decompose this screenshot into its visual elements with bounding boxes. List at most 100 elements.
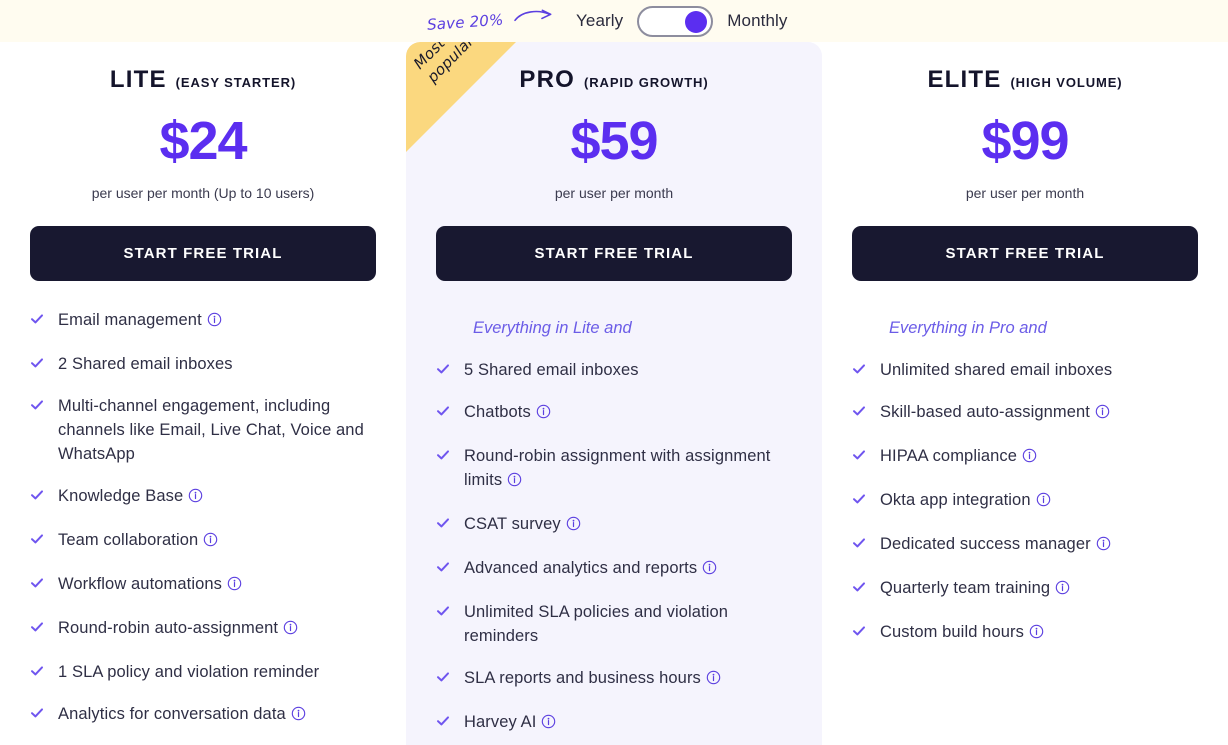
feature-text: Custom build hours <box>880 623 1024 641</box>
feature-item: 1 SLA policy and violation reminder <box>30 660 376 684</box>
feature-text: Dedicated success manager <box>880 535 1091 553</box>
check-icon <box>436 362 464 381</box>
info-icon[interactable] <box>566 514 581 538</box>
feature-item: Unlimited shared email inboxes <box>852 358 1198 382</box>
start-free-trial-button[interactable]: START FREE TRIAL <box>852 226 1198 281</box>
save-discount-label: Save 20% <box>426 10 504 34</box>
feature-item: Workflow automations <box>30 572 376 598</box>
billing-cycle-bar: Save 20% Yearly Monthly <box>0 0 1228 42</box>
feature-item: Multi-channel engagement, including chan… <box>30 394 376 466</box>
feature-text: Harvey AI <box>464 713 537 731</box>
start-free-trial-button[interactable]: START FREE TRIAL <box>436 226 792 281</box>
info-icon[interactable] <box>1096 534 1111 558</box>
feature-text: Quarterly team training <box>880 579 1051 597</box>
billing-cycle-toggle[interactable] <box>637 5 714 37</box>
billing-cycle-controls: Save 20% Yearly Monthly <box>426 0 802 42</box>
info-icon[interactable] <box>706 668 721 692</box>
plan-header: ELITE (HIGH VOLUME) $99 per user per month S… <box>852 42 1198 281</box>
feature-label: Chatbots <box>464 400 551 426</box>
feature-label: Email management <box>58 308 222 334</box>
start-free-trial-button[interactable]: START FREE TRIAL <box>30 226 376 281</box>
feature-label: Round-robin assignment with assignment l… <box>464 444 792 494</box>
feature-label: Unlimited SLA policies and violation rem… <box>464 600 792 648</box>
feature-text: Skill-based auto-assignment <box>880 403 1090 421</box>
info-icon[interactable] <box>283 618 298 642</box>
feature-text: CSAT survey <box>464 515 561 533</box>
feature-text: 1 SLA policy and violation reminder <box>58 663 320 681</box>
info-icon[interactable] <box>702 558 717 582</box>
feature-text: Analytics for conversation data <box>58 705 286 723</box>
feature-list: 5 Shared email inboxes Chatbots Round-robi… <box>436 358 792 736</box>
feature-text: 2 Shared email inboxes <box>58 355 233 373</box>
feature-text: Advanced analytics and reports <box>464 559 698 577</box>
info-icon[interactable] <box>291 704 306 728</box>
feature-item: Chatbots <box>436 400 792 426</box>
check-icon <box>852 492 880 511</box>
feature-label: Okta app integration <box>880 488 1051 514</box>
info-icon[interactable] <box>1036 490 1051 514</box>
check-icon <box>30 488 58 507</box>
feature-label: Advanced analytics and reports <box>464 556 717 582</box>
pricing-card-pro: Most popular PRO (RAPID GROWTH) $59 per user… <box>406 42 822 745</box>
plan-name: PRO <box>519 66 576 93</box>
plan-title-row: LITE (EASY STARTER) <box>30 66 376 94</box>
feature-item: Round-robin auto-assignment <box>30 616 376 642</box>
info-icon[interactable] <box>1055 578 1070 602</box>
feature-text: Unlimited shared email inboxes <box>880 361 1113 379</box>
check-icon <box>30 664 58 683</box>
plan-tagline: (HIGH VOLUME) <box>1010 75 1123 90</box>
billing-cycle-yearly-label[interactable]: Yearly <box>562 11 637 31</box>
feature-item: Team collaboration <box>30 528 376 554</box>
info-icon[interactable] <box>203 530 218 554</box>
pricing-plan-columns: LITE (EASY STARTER) $24 per user per month … <box>0 42 1228 745</box>
feature-item: Quarterly team training <box>852 576 1198 602</box>
plan-price-note: per user per month (Up to 10 users) <box>91 185 315 201</box>
info-icon[interactable] <box>207 310 222 334</box>
info-icon[interactable] <box>188 486 203 510</box>
pricing-card-lite: LITE (EASY STARTER) $24 per user per month … <box>0 42 406 745</box>
feature-item: SLA reports and business hours <box>436 666 792 692</box>
feature-label: Knowledge Base <box>58 484 203 510</box>
info-icon[interactable] <box>227 574 242 598</box>
feature-label: Workflow automations <box>58 572 242 598</box>
feature-text: Workflow automations <box>58 575 223 593</box>
check-icon <box>30 356 58 375</box>
plan-name: LITE <box>109 66 167 93</box>
info-icon[interactable] <box>536 402 551 426</box>
feature-text: Knowledge Base <box>58 487 184 505</box>
check-icon <box>30 706 58 725</box>
feature-text: Unlimited SLA policies and violation rem… <box>464 603 729 645</box>
check-icon <box>852 580 880 599</box>
feature-item: Knowledge Base <box>30 484 376 510</box>
feature-label: 1 SLA policy and violation reminder <box>58 660 319 684</box>
check-icon <box>852 536 880 555</box>
feature-label: Skill-based auto-assignment <box>880 400 1110 426</box>
check-icon <box>30 532 58 551</box>
billing-cycle-monthly-label[interactable]: Monthly <box>713 11 801 31</box>
info-icon[interactable] <box>1095 402 1110 426</box>
toggle-knob[interactable] <box>685 10 708 33</box>
feature-label: Harvey AI <box>464 710 556 736</box>
plan-price-note: per user per month <box>554 185 674 201</box>
feature-item: Round-robin assignment with assignment l… <box>436 444 792 494</box>
info-icon[interactable] <box>1022 446 1037 470</box>
feature-text: HIPAA compliance <box>880 447 1018 465</box>
feature-item: Okta app integration <box>852 488 1198 514</box>
feature-label: HIPAA compliance <box>880 444 1037 470</box>
feature-item: Analytics for conversation data <box>30 702 376 728</box>
feature-label: 5 Shared email inboxes <box>464 358 639 382</box>
inherits-from-label: Everything in Lite and <box>473 319 632 337</box>
feature-item: HIPAA compliance <box>852 444 1198 470</box>
feature-label: 2 Shared email inboxes <box>58 352 233 376</box>
info-icon[interactable] <box>507 470 522 494</box>
save-discount-badge: Save 20% <box>426 7 555 36</box>
feature-item: Email management <box>30 308 376 334</box>
info-icon[interactable] <box>541 712 556 736</box>
plan-title-row: ELITE (HIGH VOLUME) <box>852 66 1198 94</box>
info-icon[interactable] <box>1029 622 1044 646</box>
plan-header: PRO (RAPID GROWTH) $59 per user per month ST… <box>436 42 792 281</box>
check-icon <box>436 714 464 733</box>
check-icon <box>30 312 58 331</box>
feature-text: Multi-channel engagement, including chan… <box>58 397 364 463</box>
curved-arrow-icon <box>511 7 554 30</box>
